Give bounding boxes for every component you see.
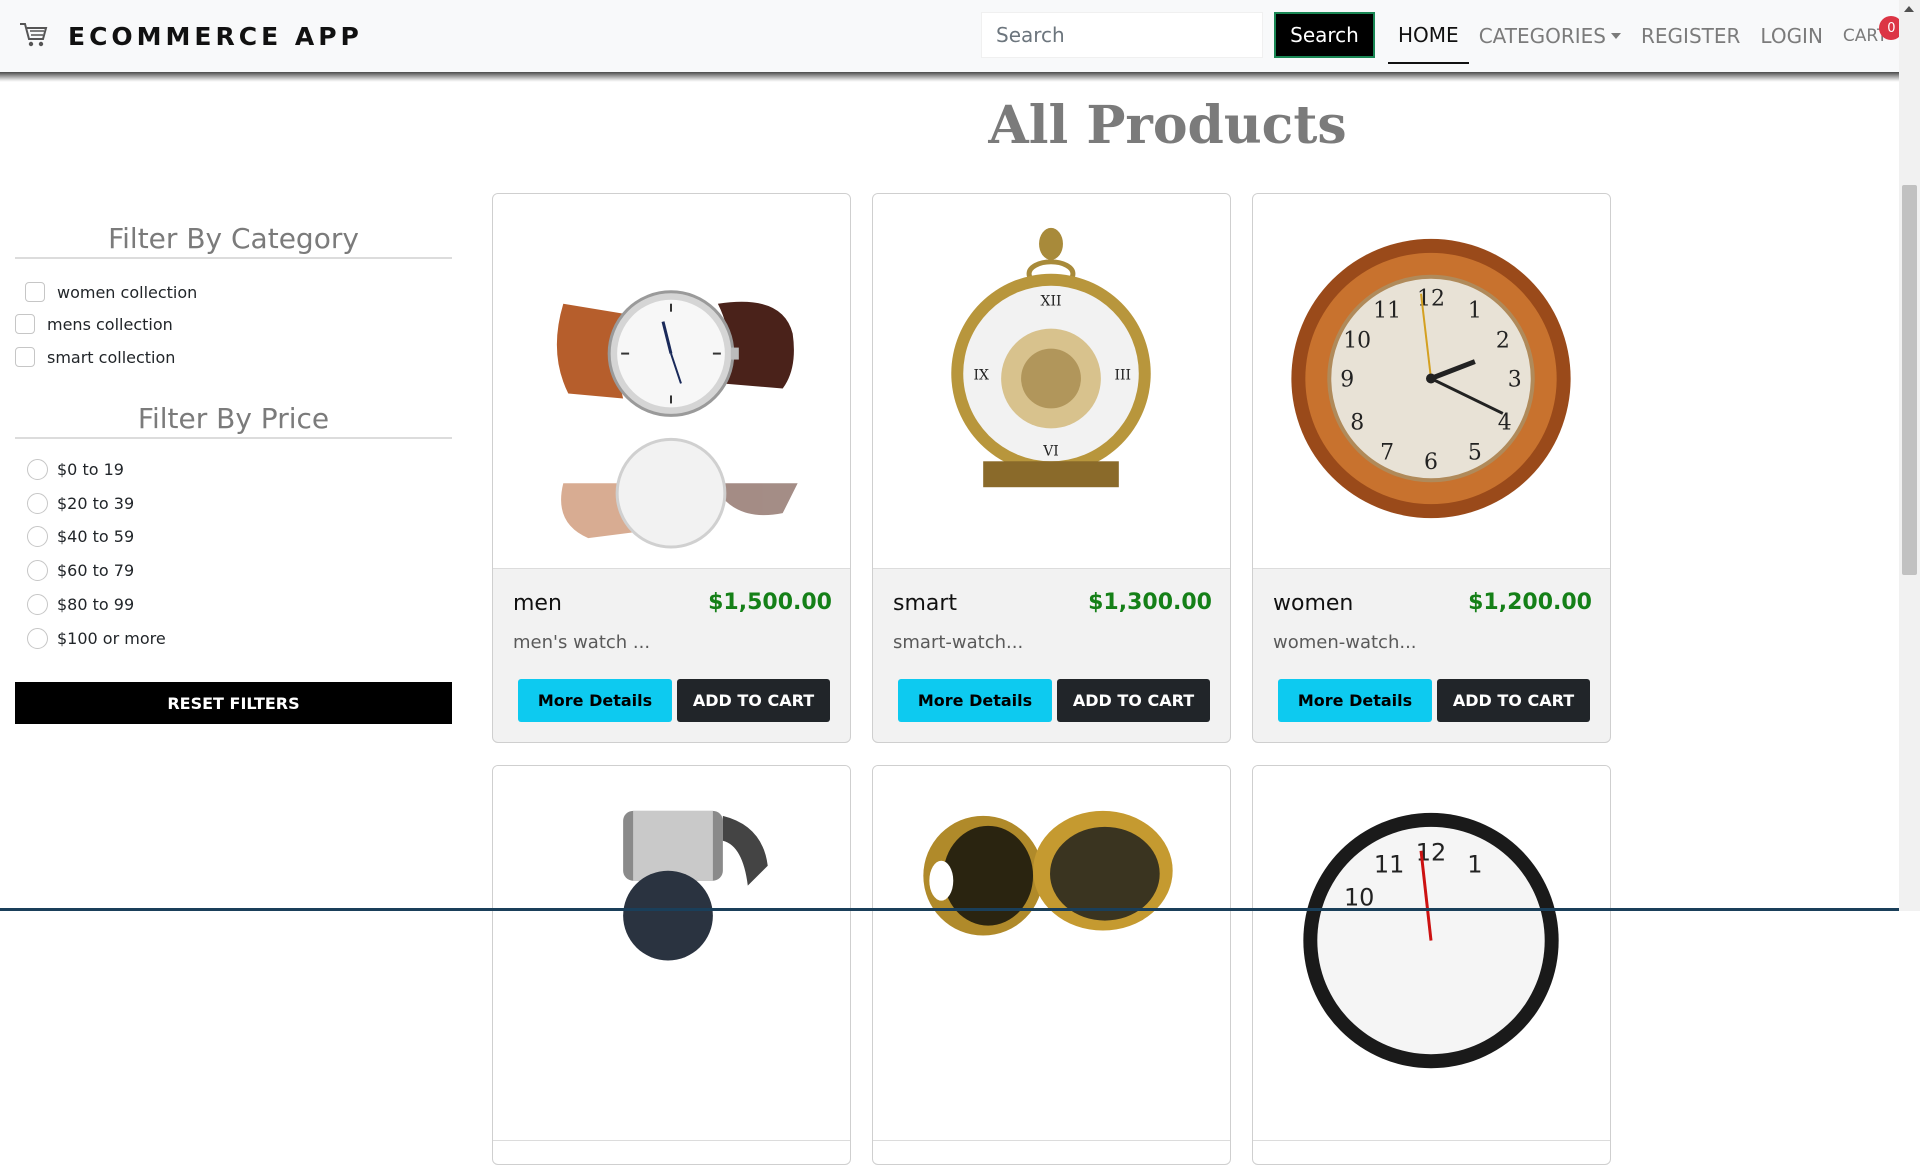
radio[interactable] [27,560,48,581]
radio[interactable] [27,628,48,649]
svg-text:5: 5 [1468,440,1482,465]
brand[interactable]: ECOMMERCE APP [18,16,363,56]
add-to-cart-button[interactable]: ADD TO CART [1057,679,1210,722]
product-description: women-watch... [1273,632,1417,653]
product-card [872,765,1231,1165]
navbar: ECOMMERCE APP Search HOME CATEGORIES REG… [0,0,1904,72]
more-details-button[interactable]: More Details [898,679,1052,722]
checkbox[interactable] [15,314,35,334]
search-button[interactable]: Search [1274,12,1375,58]
caret-down-icon [1611,33,1622,39]
wall-clock-image: 12 3 6 9 1 2 4 5 7 8 10 11 [1253,194,1610,569]
price-label: $60 to 79 [57,561,135,580]
nav-home-label: HOME [1398,23,1459,47]
checkbox[interactable] [15,347,35,367]
svg-text:10: 10 [1343,329,1371,354]
nav-links: HOME CATEGORIES REGISTER LOGIN CART 0 [1388,0,1904,72]
category-label: mens collection [47,314,173,334]
brand-name: ECOMMERCE APP [68,21,363,51]
product-price: $1,500.00 [708,590,832,615]
checkbox[interactable] [25,282,45,302]
svg-text:4: 4 [1498,410,1512,435]
more-details-button[interactable]: More Details [1278,679,1432,722]
product-description: men's watch ... [513,632,651,653]
price-radio-80-99[interactable]: $80 to 99 [27,594,134,615]
svg-text:11: 11 [1374,851,1404,879]
navbar-divider [0,72,1899,82]
reset-filters-button[interactable]: RESET FILTERS [15,682,452,724]
nav-home[interactable]: HOME [1388,8,1469,64]
svg-text:VI: VI [1042,443,1059,459]
radio[interactable] [27,459,48,480]
price-label: $20 to 39 [57,494,135,513]
nav-register-label: REGISTER [1641,24,1741,48]
radio[interactable] [27,493,48,514]
svg-text:7: 7 [1380,440,1394,465]
category-label: women collection [57,282,198,302]
product-name: smart [893,591,958,616]
svg-text:III: III [1115,368,1132,384]
add-to-cart-button[interactable]: ADD TO CART [1437,679,1590,722]
svg-text:6: 6 [1424,450,1438,475]
product-description: smart-watch... [893,632,1024,653]
search-input[interactable] [981,12,1263,58]
product-card: men $1,500.00 men's watch ... More Detai… [492,193,851,743]
nav-cart[interactable]: CART 0 [1833,8,1904,64]
category-checkbox-women[interactable]: women collection [25,282,197,302]
svg-text:3: 3 [1508,367,1522,392]
svg-text:XII: XII [1041,294,1062,310]
price-filter-heading: Filter By Price [15,402,452,439]
add-to-cart-button[interactable]: ADD TO CART [677,679,830,722]
wristwatch-image [493,194,850,569]
pocket-watch-image: XII III VI IX [873,194,1230,569]
price-radio-0-19[interactable]: $0 to 19 [27,459,124,480]
scrollbar-thumb[interactable] [1902,185,1917,575]
product-card [492,765,851,1165]
product-name: men [513,591,562,616]
price-radio-40-59[interactable]: $40 to 59 [27,526,134,547]
product-card: XII III VI IX smart $1,300.00 smart-watc… [872,193,1231,743]
nav-categories-label: CATEGORIES [1478,24,1607,48]
black-wall-clock-image: 12 11 1 10 [1253,766,1610,1141]
cart-icon [18,19,48,53]
product-name: women [1273,591,1354,616]
price-label: $100 or more [57,629,166,648]
more-details-button[interactable]: More Details [518,679,672,722]
category-label: smart collection [47,347,176,367]
nav-categories-dropdown[interactable]: CATEGORIES [1469,8,1631,64]
price-radio-60-79[interactable]: $60 to 79 [27,560,134,581]
category-filter-heading: Filter By Category [15,222,452,259]
product-card: 12 11 1 10 [1252,765,1611,1165]
svg-text:1: 1 [1468,299,1482,324]
page-scrollbar[interactable] [1899,0,1920,911]
nav-register[interactable]: REGISTER [1631,8,1750,64]
svg-text:1: 1 [1467,851,1482,879]
category-checkbox-smart[interactable]: smart collection [15,347,175,367]
steel-watch-image [493,766,850,1141]
svg-text:8: 8 [1350,410,1364,435]
nav-login[interactable]: LOGIN [1750,8,1833,64]
price-radio-100-plus[interactable]: $100 or more [27,628,166,649]
gold-pocket-watch-image [873,766,1230,1141]
product-card: 12 3 6 9 1 2 4 5 7 8 10 11 women $1,200.… [1252,193,1611,743]
price-label: $80 to 99 [57,595,135,614]
product-price: $1,200.00 [1468,590,1592,615]
category-checkbox-mens[interactable]: mens collection [15,314,173,334]
svg-text:IX: IX [973,368,989,384]
page-title: All Products [988,95,1347,156]
svg-text:9: 9 [1340,367,1354,392]
price-label: $40 to 59 [57,527,135,546]
price-radio-20-39[interactable]: $20 to 39 [27,493,134,514]
radio[interactable] [27,594,48,615]
svg-text:11: 11 [1373,299,1401,324]
scroll-up-arrow-icon[interactable] [1904,6,1914,12]
product-price: $1,300.00 [1088,590,1212,615]
radio[interactable] [27,526,48,547]
price-label: $0 to 19 [57,460,124,479]
svg-text:2: 2 [1496,329,1510,354]
nav-login-label: LOGIN [1760,24,1823,48]
